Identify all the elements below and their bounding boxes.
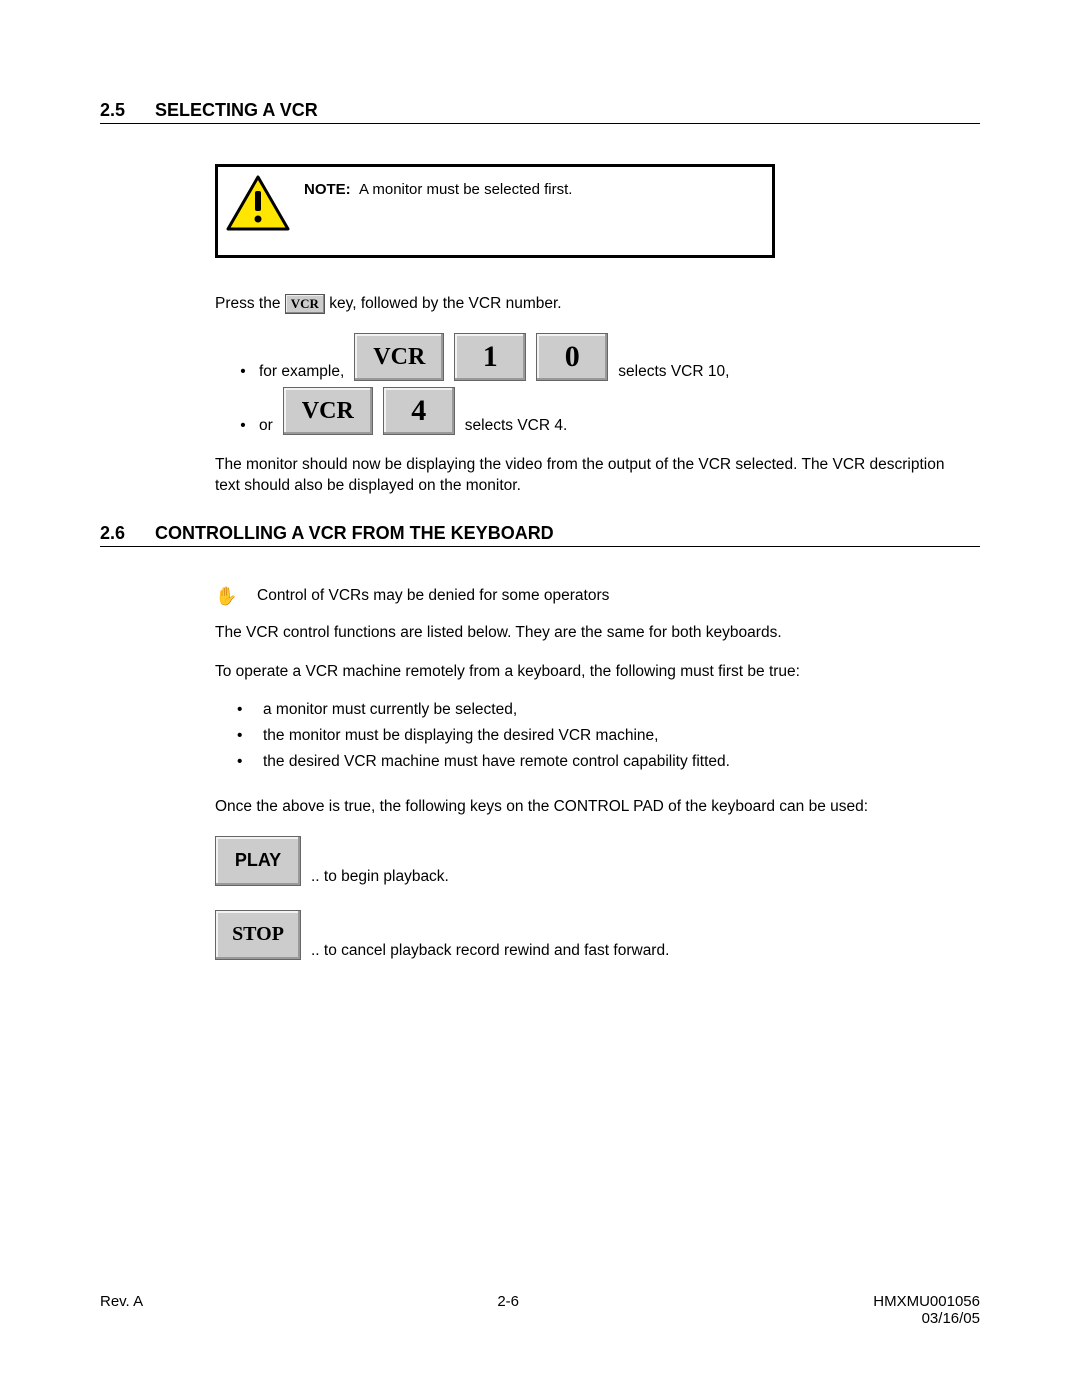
section-title: CONTROLLING A VCR FROM THE KEYBOARD <box>155 523 554 544</box>
footer-page: 2-6 <box>497 1293 519 1327</box>
page-footer: Rev. A 2-6 HMXMU001056 03/16/05 <box>100 1293 980 1327</box>
footer-right: HMXMU001056 03/16/05 <box>873 1293 980 1327</box>
vcr-key-small: VCR <box>285 294 325 314</box>
example2-pre: or <box>259 417 273 435</box>
stop-key: STOP <box>215 910 301 960</box>
bullet-icon: • <box>237 363 249 381</box>
list-item: the monitor must be displaying the desir… <box>237 727 960 745</box>
note-body: A monitor must be selected first. <box>359 181 572 198</box>
hand-icon: ✋ <box>215 587 237 605</box>
note-box: NOTE: A monitor must be selected first. <box>215 164 775 258</box>
section-title: SELECTING A VCR <box>155 100 318 121</box>
list-item: a monitor must currently be selected, <box>237 701 960 719</box>
example2-post: selects VCR 4. <box>465 417 568 435</box>
footer-rev: Rev. A <box>100 1293 143 1327</box>
example-row-2: • or VCR 4 selects VCR 4. <box>237 387 960 435</box>
stop-text: .. to cancel playback record rewind and … <box>311 942 669 960</box>
list-item: the desired VCR machine must have remote… <box>237 753 960 771</box>
p2: To operate a VCR machine remotely from a… <box>215 662 960 683</box>
play-text: .. to begin playback. <box>311 868 449 886</box>
digit-4-key: 4 <box>383 387 455 435</box>
note-text: NOTE: A monitor must be selected first. <box>304 175 572 198</box>
bullet-icon: • <box>237 417 249 435</box>
after-paragraph: The monitor should now be displaying the… <box>215 455 960 497</box>
vcr-key: VCR <box>354 333 444 381</box>
vcr-key: VCR <box>283 387 373 435</box>
stop-row: STOP .. to cancel playback record rewind… <box>215 910 960 960</box>
warning-icon <box>226 175 290 231</box>
section-25-body: NOTE: A monitor must be selected first. … <box>215 164 960 497</box>
section-number: 2.6 <box>100 523 125 544</box>
example-row-1: • for example, VCR 1 0 selects VCR 10, <box>237 333 960 381</box>
note-label: NOTE: <box>304 181 351 198</box>
play-key: PLAY <box>215 836 301 886</box>
requirement-list: a monitor must currently be selected, th… <box>237 701 960 771</box>
digit-0-key: 0 <box>536 333 608 381</box>
p3: Once the above is true, the following ke… <box>215 797 960 818</box>
example1-post: selects VCR 10, <box>618 363 729 381</box>
hand-note: ✋ Control of VCRs may be denied for some… <box>215 587 960 605</box>
section-26-body: ✋ Control of VCRs may be denied for some… <box>215 587 960 960</box>
footer-doc: HMXMU001056 <box>873 1293 980 1310</box>
digit-1-key: 1 <box>454 333 526 381</box>
section-number: 2.5 <box>100 100 125 121</box>
play-row: PLAY .. to begin playback. <box>215 836 960 886</box>
p1: The VCR control functions are listed bel… <box>215 623 960 644</box>
section-header-2-6: 2.6 CONTROLLING A VCR FROM THE KEYBOARD <box>100 523 980 547</box>
hand-text: Control of VCRs may be denied for some o… <box>257 587 609 605</box>
press-line: Press the VCR key, followed by the VCR n… <box>215 294 960 315</box>
example1-pre: for example, <box>259 363 344 381</box>
footer-date: 03/16/05 <box>922 1310 980 1327</box>
section-header-2-5: 2.5 SELECTING A VCR <box>100 100 980 124</box>
